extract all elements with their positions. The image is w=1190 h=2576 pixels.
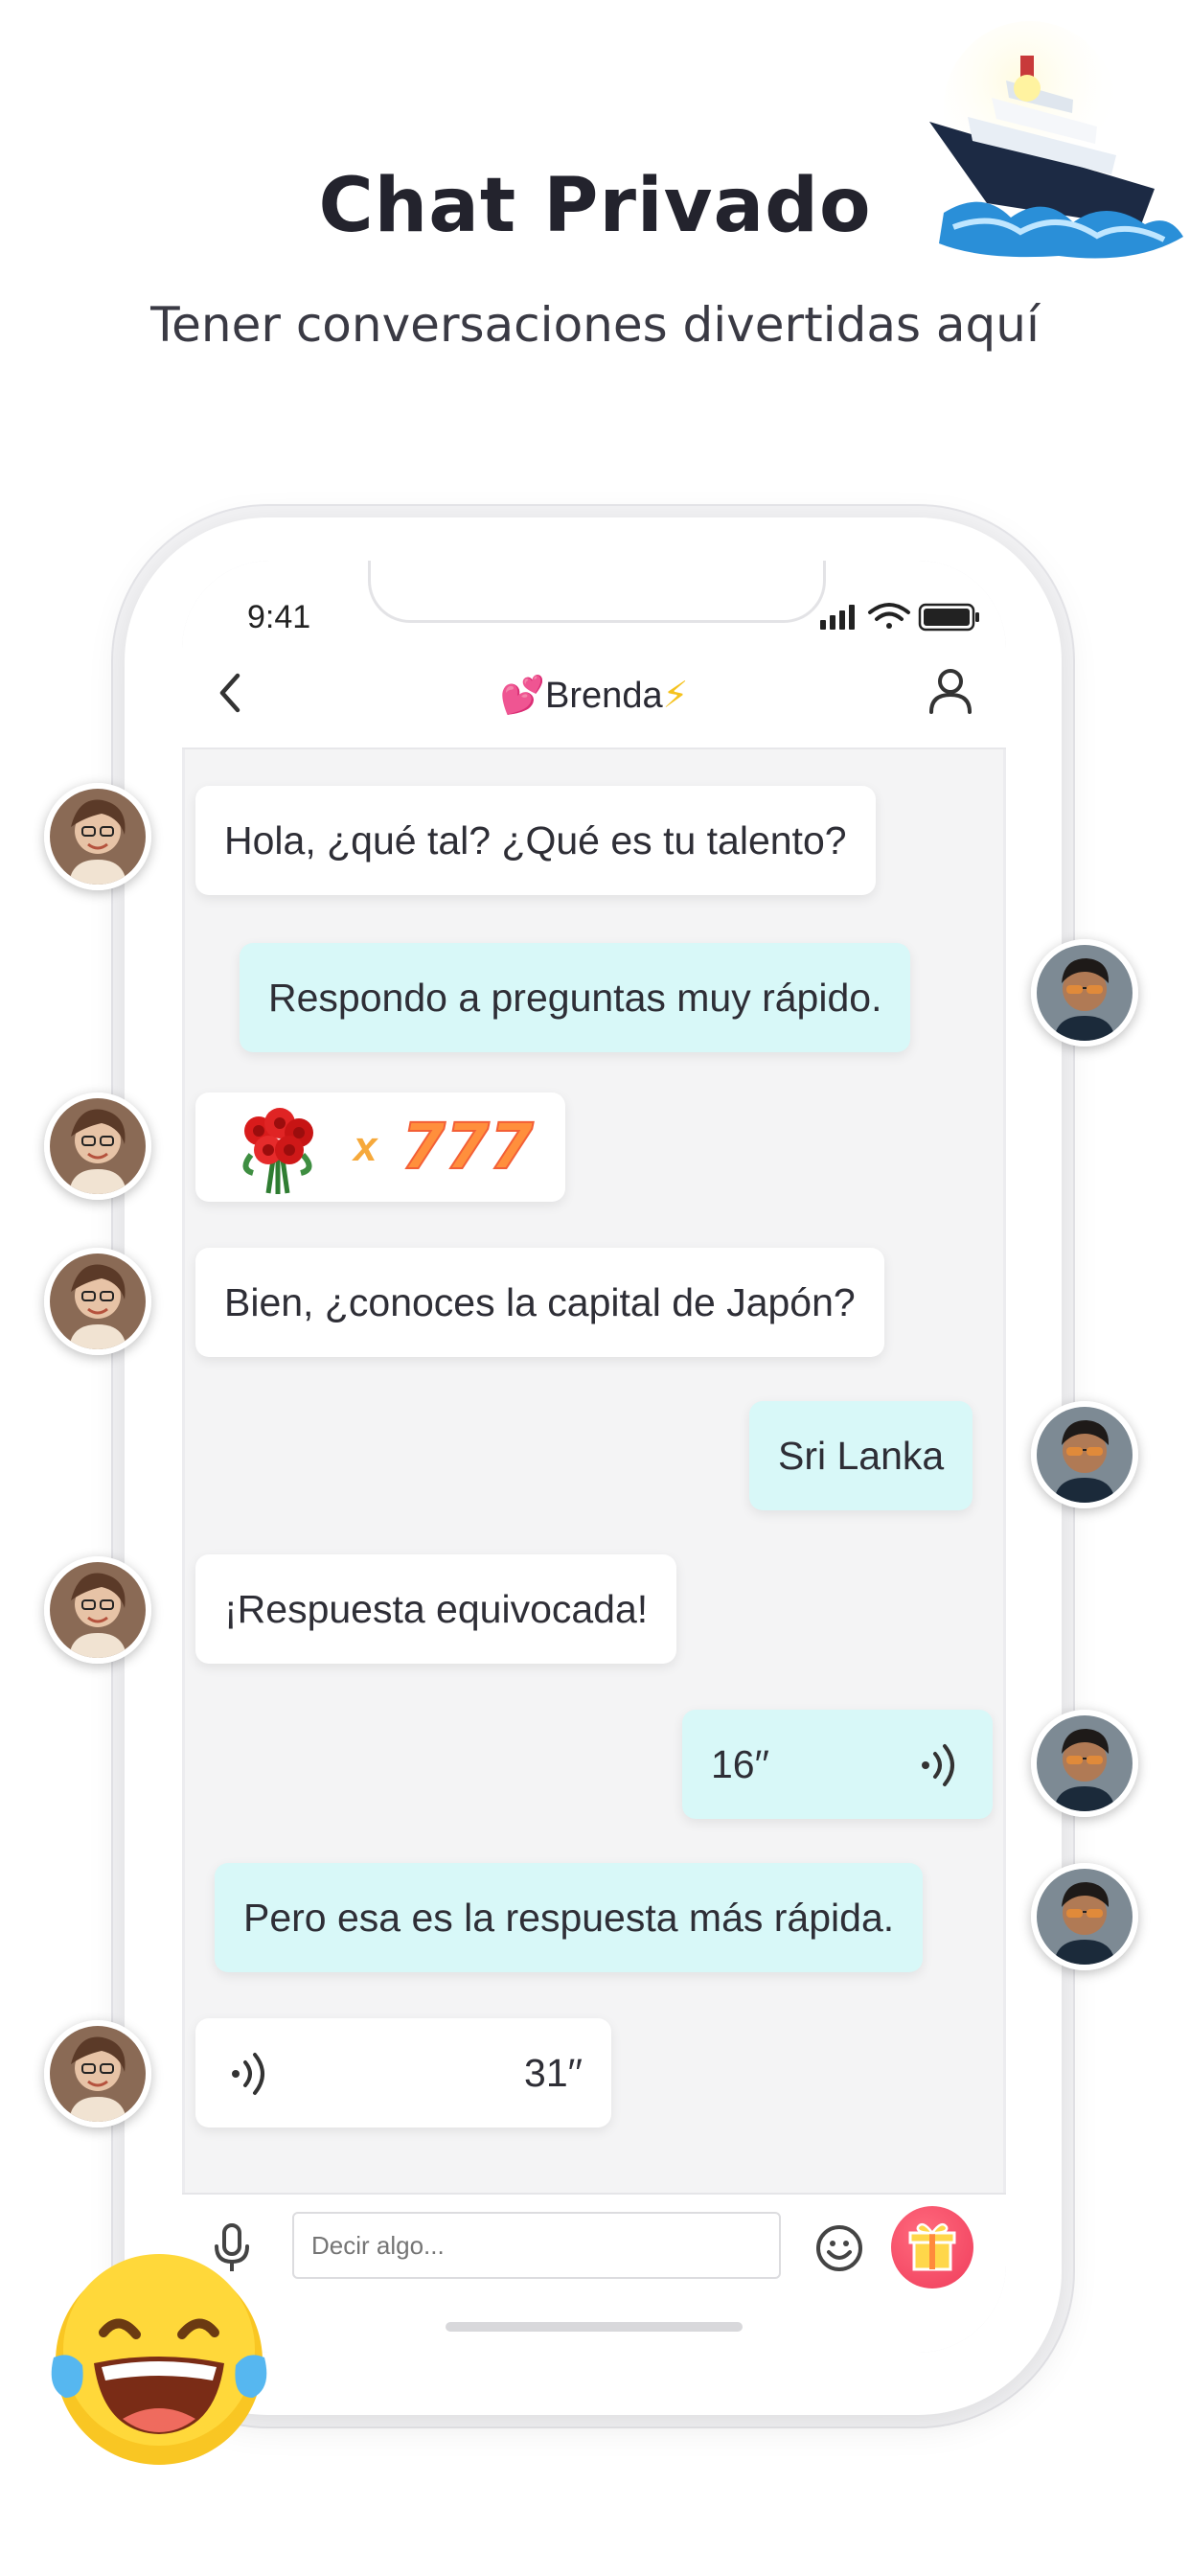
voice-duration: 16′′ <box>711 1742 769 1786</box>
message-text: Hola, ¿qué tal? ¿Qué es tu talento? <box>224 818 847 862</box>
composer-bar <box>182 2193 1006 2353</box>
incoming-message[interactable]: ¡Respuesta equivocada! <box>195 1554 677 1664</box>
incoming-message[interactable]: Bien, ¿conoces la capital de Japón? <box>195 1248 884 1357</box>
home-indicator <box>446 2322 743 2332</box>
wifi-icon <box>868 603 910 629</box>
status-time: 9:41 <box>247 599 311 635</box>
voice-wave-icon <box>232 2053 264 2095</box>
message-input[interactable] <box>292 2212 781 2279</box>
battery-icon <box>918 603 979 632</box>
page-subtitle: Tener conversaciones divertidas aquí <box>150 297 1040 353</box>
outgoing-message[interactable]: Sri Lanka <box>749 1401 973 1510</box>
gift-icon <box>908 2222 956 2271</box>
contact-avatar[interactable] <box>44 1556 151 1664</box>
lightning-emoji-icon: ⚡ <box>662 674 689 716</box>
my-avatar[interactable] <box>1031 1863 1138 1970</box>
my-avatar[interactable] <box>1031 939 1138 1046</box>
gift-button[interactable] <box>891 2206 973 2288</box>
voice-duration: 31′′ <box>524 2051 583 2095</box>
my-avatar[interactable] <box>1031 1710 1138 1817</box>
contact-avatar[interactable] <box>44 1248 151 1355</box>
signal-icon <box>820 605 855 630</box>
contact-avatar[interactable] <box>44 783 151 890</box>
message-text: Sri Lanka <box>778 1434 945 1478</box>
gift-message[interactable]: x 777 <box>195 1092 565 1202</box>
gift-multiplier: x <box>354 1123 378 1170</box>
my-avatar[interactable] <box>1031 1401 1138 1508</box>
outgoing-message[interactable]: Pero esa es la respuesta más rápida. <box>215 1863 924 1972</box>
rose-bouquet-icon <box>242 1108 313 1194</box>
chat-contact-title: 💕Brenda⚡ <box>182 674 1006 717</box>
outgoing-voice-message[interactable]: 16′′ <box>682 1710 993 1819</box>
outgoing-message[interactable]: Respondo a preguntas muy rápido. <box>240 943 911 1052</box>
message-text: Respondo a preguntas muy rápido. <box>268 976 882 1020</box>
incoming-message[interactable]: Hola, ¿qué tal? ¿Qué es tu talento? <box>195 786 876 895</box>
contact-avatar[interactable] <box>44 1092 151 1200</box>
voice-wave-icon <box>922 1744 954 1786</box>
chat-header: 9:41 💕Brenda⚡ <box>182 561 1006 749</box>
heart-emoji-icon: 💕 <box>499 674 546 716</box>
gift-count: 777 <box>400 1109 535 1184</box>
contact-avatar[interactable] <box>44 2020 151 2128</box>
phone-notch <box>368 561 826 623</box>
incoming-voice-message[interactable]: 31′′ <box>195 2018 611 2128</box>
cruise-ship-icon <box>929 21 1183 259</box>
contact-name: Brenda <box>545 676 663 716</box>
smiley-icon[interactable] <box>814 2223 864 2273</box>
status-icons <box>820 603 979 632</box>
profile-icon[interactable] <box>924 664 977 718</box>
laughing-tears-emoji-icon <box>51 2254 267 2465</box>
message-text: ¡Respuesta equivocada! <box>224 1587 649 1631</box>
message-text: Bien, ¿conoces la capital de Japón? <box>224 1280 856 1324</box>
message-text: Pero esa es la respuesta más rápida. <box>243 1896 895 1940</box>
